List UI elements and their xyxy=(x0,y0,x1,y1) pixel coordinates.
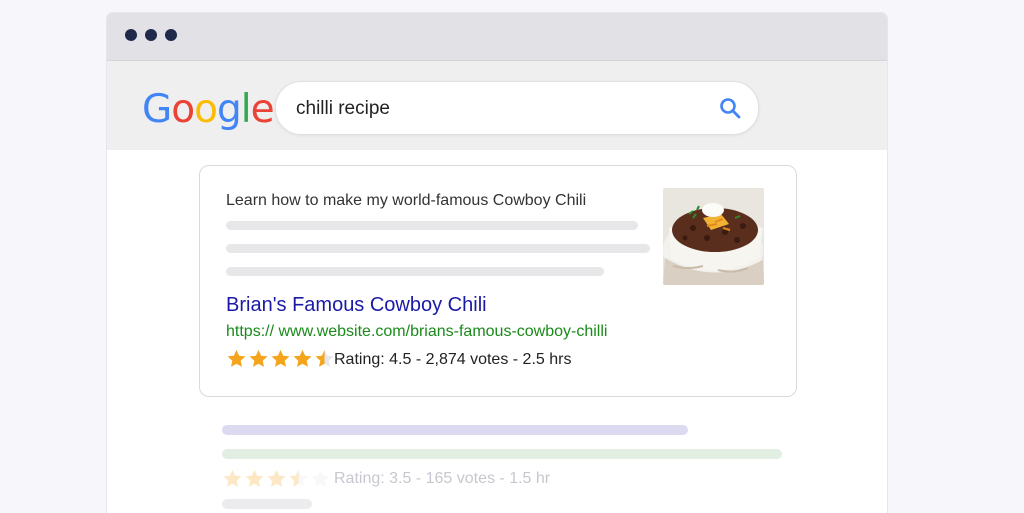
faded-url-placeholder xyxy=(222,449,782,459)
google-logo: Google xyxy=(142,87,275,132)
search-input[interactable] xyxy=(294,96,698,122)
star-icon xyxy=(289,469,308,487)
browser-window: Google Learn how to make my world-famous… xyxy=(107,13,887,513)
star-icon xyxy=(271,349,290,367)
star-icon xyxy=(293,349,312,367)
window-dot[interactable] xyxy=(145,29,157,41)
faded-rating-text: Rating: 3.5 - 165 votes - 1.5 hr xyxy=(334,470,551,487)
logo-letter: l xyxy=(240,87,252,132)
result-url[interactable]: https:// www.website.com/brians-famous-c… xyxy=(226,323,607,341)
window-dot[interactable] xyxy=(125,29,137,41)
bowl-of-chili-image xyxy=(663,188,764,285)
placeholder-line xyxy=(226,221,638,230)
star-icon xyxy=(223,469,242,487)
result-title-link[interactable]: Brian's Famous Cowboy Chili xyxy=(226,294,487,317)
rating-stars xyxy=(226,348,335,370)
search-header: Google xyxy=(107,61,887,150)
window-dot[interactable] xyxy=(165,29,177,41)
search-result-card: Learn how to make my world-famous Cowboy… xyxy=(199,165,797,397)
window-titlebar xyxy=(107,13,887,61)
star-icon xyxy=(311,469,330,487)
logo-letter: o xyxy=(171,87,195,132)
faded-rating-stars xyxy=(222,468,331,490)
placeholder-line xyxy=(226,267,604,276)
star-icon xyxy=(227,349,246,367)
logo-letter: e xyxy=(250,87,275,132)
search-icon[interactable] xyxy=(718,96,742,120)
faded-placeholder-line xyxy=(222,499,312,509)
result-snippet: Learn how to make my world-famous Cowboy… xyxy=(226,192,587,209)
logo-letter: G xyxy=(142,87,172,132)
logo-letter: o xyxy=(194,87,218,132)
logo-letter: g xyxy=(216,87,242,132)
rating-text: Rating: 4.5 - 2,874 votes - 2.5 hrs xyxy=(334,351,572,368)
star-icon xyxy=(249,349,268,367)
faded-title-placeholder xyxy=(222,425,688,435)
placeholder-line xyxy=(226,244,650,253)
search-box[interactable] xyxy=(275,81,759,135)
star-icon xyxy=(315,349,334,367)
star-icon xyxy=(267,469,286,487)
star-icon xyxy=(245,469,264,487)
